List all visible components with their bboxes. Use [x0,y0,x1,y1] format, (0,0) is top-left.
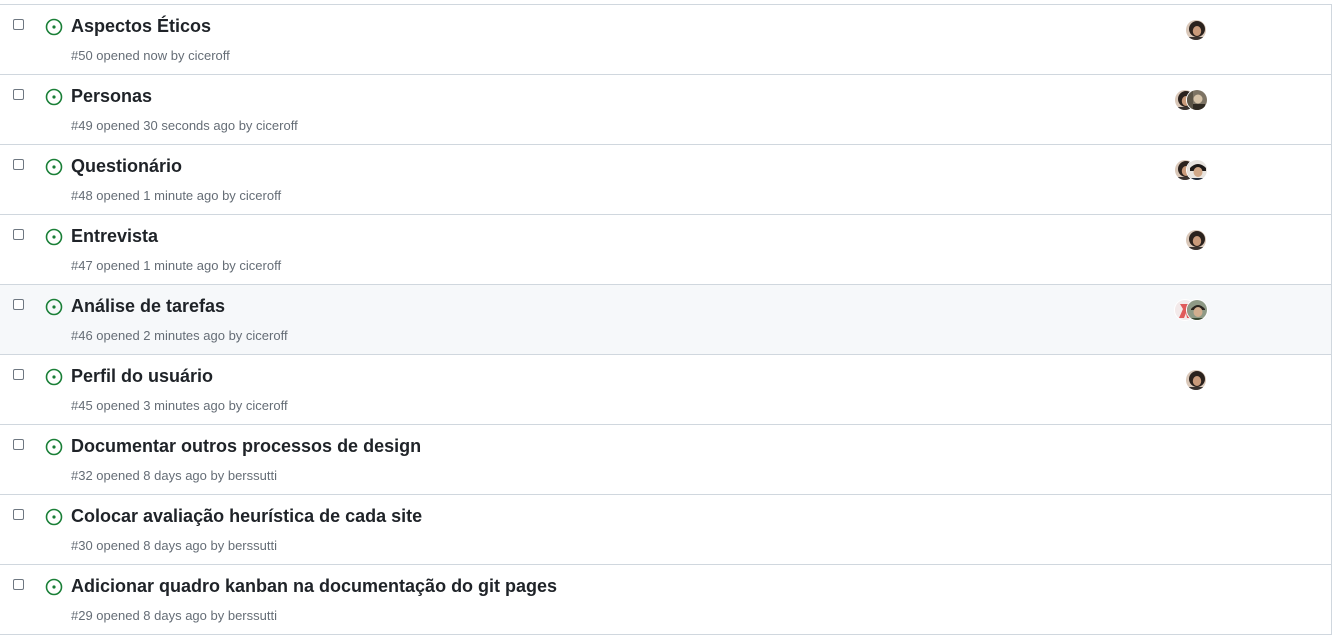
issue-opened-icon [45,18,63,36]
issue-row[interactable]: Adicionar quadro kanban na documentação … [0,565,1331,635]
issue-row[interactable]: Questionário #48 opened 1 minute ago by … [0,145,1331,215]
issue-row[interactable]: Colocar avaliação heurística de cada sit… [0,495,1331,565]
select-checkbox[interactable] [13,159,24,170]
select-checkbox[interactable] [13,229,24,240]
issue-opened-icon [45,438,63,456]
issue-opened-icon [45,88,63,106]
issue-title-link[interactable]: Entrevista [71,226,158,247]
issue-meta: #29 opened 8 days ago by berssutti [71,608,277,623]
select-checkbox[interactable] [13,369,24,380]
select-checkbox[interactable] [13,89,24,100]
issue-row[interactable]: Documentar outros processos de design #3… [0,425,1331,495]
issue-opened-icon [45,158,63,176]
issue-row[interactable]: Aspectos Éticos #50 opened now by cicero… [0,5,1331,75]
assignee-avatars [1174,229,1210,253]
issue-title-link[interactable]: Documentar outros processos de design [71,436,421,457]
assignee-avatars [1174,369,1210,393]
issue-meta: #47 opened 1 minute ago by ciceroff [71,258,282,273]
assignee-avatars [1174,89,1210,113]
issue-opened-icon [45,508,63,526]
issue-row[interactable]: Personas #49 opened 30 seconds ago by ci… [0,75,1331,145]
issue-opened-icon [45,578,63,596]
assignee-avatars [1174,19,1210,43]
issue-opened-icon [45,368,63,386]
avatar-user-c[interactable] [1186,159,1208,181]
issue-title-link[interactable]: Questionário [71,156,182,177]
issue-row[interactable]: Perfil do usuário #45 opened 3 minutes a… [0,355,1331,425]
issue-meta: #50 opened now by ciceroff [71,48,230,63]
issue-row[interactable]: Entrevista #47 opened 1 minute ago by ci… [0,215,1331,285]
issue-title-link[interactable]: Aspectos Éticos [71,16,211,37]
issue-title-link[interactable]: Análise de tarefas [71,296,225,317]
avatar-user-a[interactable] [1185,229,1207,251]
issue-meta: #30 opened 8 days ago by berssutti [71,538,277,553]
issue-opened-icon [45,298,63,316]
issue-meta: #32 opened 8 days ago by berssutti [71,468,277,483]
issue-meta: #45 opened 3 minutes ago by ciceroff [71,398,288,413]
issue-title-link[interactable]: Perfil do usuário [71,366,213,387]
issue-title-link[interactable]: Colocar avaliação heurística de cada sit… [71,506,422,527]
avatar-user-a[interactable] [1185,369,1207,391]
issue-opened-icon [45,228,63,246]
issue-row[interactable]: Análise de tarefas #46 opened 2 minutes … [0,285,1331,355]
assignee-avatars [1174,299,1210,323]
issue-meta: #48 opened 1 minute ago by ciceroff [71,188,282,203]
issue-title-link[interactable]: Adicionar quadro kanban na documentação … [71,576,557,597]
select-checkbox[interactable] [13,19,24,30]
select-checkbox[interactable] [13,299,24,310]
avatar-user-e[interactable] [1186,299,1208,321]
issue-meta: #49 opened 30 seconds ago by ciceroff [71,118,298,133]
select-checkbox[interactable] [13,439,24,450]
select-checkbox[interactable] [13,509,24,520]
select-checkbox[interactable] [13,579,24,590]
avatar-user-a[interactable] [1185,19,1207,41]
assignee-avatars [1174,159,1210,183]
issue-meta: #46 opened 2 minutes ago by ciceroff [71,328,288,343]
avatar-user-b[interactable] [1186,89,1208,111]
issue-title-link[interactable]: Personas [71,86,152,107]
issue-list: Aspectos Éticos #50 opened now by cicero… [0,4,1332,635]
